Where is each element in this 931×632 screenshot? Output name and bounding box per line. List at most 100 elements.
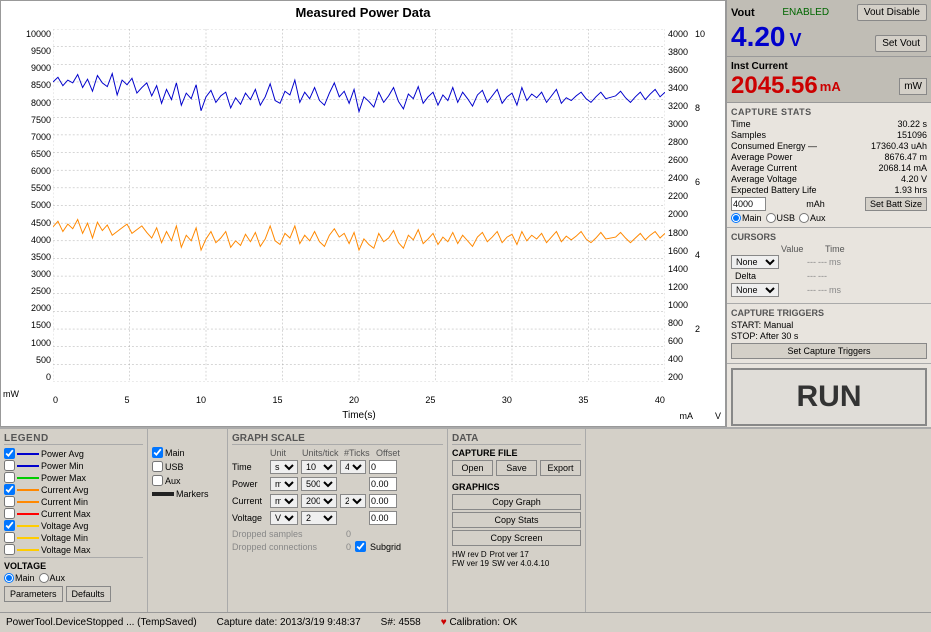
dropped-samples-row: Dropped samples 0	[232, 529, 443, 539]
voltage-max-line	[17, 549, 39, 551]
voltage-radio-aux[interactable]: Aux	[39, 573, 66, 583]
voltage-unit-select[interactable]: V	[270, 511, 298, 525]
copy-screen-button[interactable]: Copy Screen	[452, 530, 581, 546]
set-vout-button[interactable]: Set Vout	[875, 35, 927, 52]
voltage-units-tick-select[interactable]: 2	[301, 511, 337, 525]
inst-unit: mA	[820, 79, 841, 94]
list-item: USB	[152, 461, 223, 472]
chart-svg	[53, 29, 665, 382]
subgrid-checkbox[interactable]	[355, 541, 366, 552]
inst-value: 2045.56	[731, 74, 818, 98]
time-scale-row: Time s 10 4	[232, 460, 443, 474]
power-units-tick-select[interactable]: 500	[301, 477, 337, 491]
list-item: Current Max	[4, 508, 143, 519]
mw-button[interactable]: mW	[899, 78, 927, 95]
set-triggers-button[interactable]: Set Capture Triggers	[731, 343, 927, 359]
dropped-connections-val: 0	[346, 542, 351, 552]
voltage-max-check[interactable]	[4, 544, 15, 555]
voltage-min-check[interactable]	[4, 532, 15, 543]
batt-radio-main[interactable]: Main	[731, 213, 762, 223]
run-button[interactable]: RUN	[731, 368, 927, 426]
vout-label: Vout	[731, 7, 755, 19]
batt-size-input[interactable]	[731, 197, 766, 211]
serial-number: S#: 4558	[381, 617, 421, 628]
vout-disable-button[interactable]: Vout Disable	[857, 4, 927, 21]
batt-radio-usb[interactable]: USB	[766, 213, 796, 223]
cursors-title: CURSORS	[731, 232, 927, 242]
dropped-connections-label: Dropped connections	[232, 542, 342, 552]
current-avg-check[interactable]	[4, 484, 15, 495]
start-trigger: START: Manual	[731, 320, 927, 330]
copy-graph-button[interactable]: Copy Graph	[452, 494, 581, 510]
graph-scale-section: GRAPH SCALE Unit Units/tick #Ticks Offse…	[228, 429, 448, 612]
current-unit-select[interactable]: mA	[270, 494, 298, 508]
voltage-avg-check[interactable]	[4, 520, 15, 531]
set-batt-button[interactable]: Set Batt Size	[865, 197, 927, 211]
batt-size-unit: mAh	[806, 199, 825, 209]
cursor1-select[interactable]: None	[731, 255, 779, 269]
export-button[interactable]: Export	[540, 460, 581, 476]
inst-label: Inst Current	[731, 61, 927, 72]
defaults-button[interactable]: Defaults	[66, 586, 111, 602]
status-bar: PowerTool.DeviceStopped ... (TempSaved) …	[0, 612, 931, 632]
chart-title: Measured Power Data	[1, 1, 725, 24]
main-checkbox[interactable]	[152, 447, 163, 458]
vout-enabled: ENABLED	[782, 7, 829, 18]
graphics-title: GRAPHICS	[452, 482, 581, 492]
current-min-check[interactable]	[4, 496, 15, 507]
power-avg-check[interactable]	[4, 448, 15, 459]
voltage-min-line	[17, 537, 39, 539]
voltage-offset-input[interactable]	[369, 511, 397, 525]
current-max-line	[17, 513, 39, 515]
main-container: Measured Power Data 10000 9500 9000 8500…	[0, 0, 931, 632]
batt-radio-aux[interactable]: Aux	[799, 213, 826, 223]
list-item: Voltage Min	[4, 532, 143, 543]
parameters-button[interactable]: Parameters	[4, 586, 63, 602]
power-min-check[interactable]	[4, 460, 15, 471]
current-avg-line	[17, 489, 39, 491]
list-item: Current Avg	[4, 484, 143, 495]
power-offset-input[interactable]	[369, 477, 397, 491]
legend-title: LEGEND	[4, 433, 143, 445]
dropped-samples-val: 0	[346, 529, 351, 539]
time-offset-input[interactable]	[369, 460, 397, 474]
data-section: DATA CAPTURE FILE Open Save Export GRAPH…	[448, 429, 586, 612]
triggers-section: CAPTURE TRIGGERS START: Manual STOP: Aft…	[727, 304, 931, 364]
power-max-check[interactable]	[4, 472, 15, 483]
voltage-radio-main[interactable]: Main	[4, 573, 35, 583]
copy-stats-button[interactable]: Copy Stats	[452, 512, 581, 528]
list-item: Main	[152, 447, 223, 458]
fw-sw-info: FW ver 19 SW ver 4.0.4.10	[452, 559, 581, 568]
capture-date: Capture date: 2013/3/19 9:48:37	[217, 617, 361, 628]
aux-checkbox[interactable]	[152, 475, 163, 486]
power-unit-select[interactable]: mW	[270, 477, 298, 491]
y-right-unit1: mA	[680, 411, 694, 421]
cursor2-select[interactable]: None	[731, 283, 779, 297]
open-button[interactable]: Open	[452, 460, 493, 476]
current-min-line	[17, 501, 39, 503]
run-section: RUN	[727, 364, 931, 430]
current-ticks-select[interactable]: 20	[340, 494, 366, 508]
save-button[interactable]: Save	[496, 460, 537, 476]
stop-trigger: STOP: After 30 s	[731, 331, 927, 341]
voltage-scale-row: Voltage V 2	[232, 511, 443, 525]
usb-checkbox[interactable]	[152, 461, 163, 472]
vout-section: Vout ENABLED Vout Disable 4.20 V Set Vou…	[727, 0, 931, 57]
current-offset-input[interactable]	[369, 494, 397, 508]
chart-area: Measured Power Data 10000 9500 9000 8500…	[0, 0, 726, 427]
voltage-avg-line	[17, 525, 39, 527]
current-max-check[interactable]	[4, 508, 15, 519]
power-avg-line	[17, 453, 39, 455]
checkboxes-section: Main USB Aux Markers	[148, 429, 228, 612]
y-right-unit2: V	[715, 411, 721, 421]
y-left-unit: mW	[3, 389, 19, 399]
dropped-connections-row: Dropped connections 0 Subgrid	[232, 541, 443, 552]
time-units-tick-select[interactable]: 10	[301, 460, 337, 474]
time-ticks-select[interactable]: 4	[340, 460, 366, 474]
current-units-tick-select[interactable]: 200	[301, 494, 337, 508]
bottom-panel: LEGEND Power Avg Power Min Power Max Cur…	[0, 427, 931, 612]
device-status: PowerTool.DeviceStopped ... (TempSaved)	[6, 617, 197, 628]
time-unit-select[interactable]: s	[270, 460, 298, 474]
capture-file-buttons: Open Save Export	[452, 460, 581, 476]
x-axis-label: Time(s)	[342, 410, 376, 421]
